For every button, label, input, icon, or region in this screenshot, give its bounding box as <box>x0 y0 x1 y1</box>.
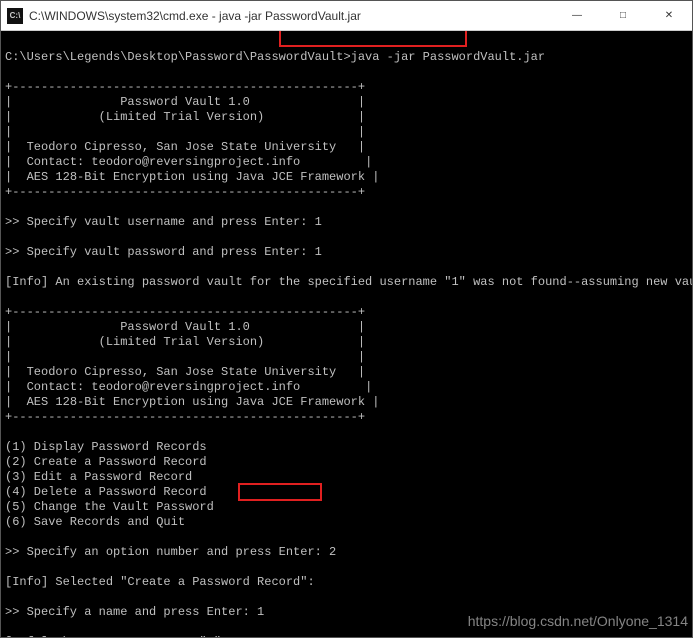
cmd-icon: C:\ <box>7 8 23 24</box>
terminal-output[interactable]: C:\Users\Legends\Desktop\Password\Passwo… <box>1 31 692 637</box>
banner-contact: Contact: teodoro@reversingproject.info <box>27 380 301 394</box>
highlight-command <box>279 31 467 47</box>
window-controls: — □ ✕ <box>554 1 692 31</box>
prompt-line: C:\Users\Legends\Desktop\Password\Passwo… <box>5 50 545 64</box>
banner-author: Teodoro Cipresso, San Jose State Univers… <box>27 140 337 154</box>
menu-item: (4) Delete a Password Record <box>5 485 207 499</box>
output-line: [Info] Selected "Create a Password Recor… <box>5 575 315 589</box>
menu-item: (1) Display Password Records <box>5 440 207 454</box>
banner-subtitle: (Limited Trial Version) <box>99 110 265 124</box>
titlebar[interactable]: C:\ C:\WINDOWS\system32\cmd.exe - java -… <box>1 1 692 31</box>
menu-item: (3) Edit a Password Record <box>5 470 192 484</box>
highlight-option <box>238 483 322 501</box>
banner-subtitle: (Limited Trial Version) <box>99 335 265 349</box>
output-line: >> Specify vault password and press Ente… <box>5 245 322 259</box>
maximize-button[interactable]: □ <box>600 1 646 31</box>
border-line: +---------------------------------------… <box>5 80 365 94</box>
window-title: C:\WINDOWS\system32\cmd.exe - java -jar … <box>29 9 361 23</box>
menu-item: (6) Save Records and Quit <box>5 515 185 529</box>
prompt-path: C:\Users\Legends\Desktop\Password\Passwo… <box>5 50 351 64</box>
banner-encryption: AES 128-Bit Encryption using Java JCE Fr… <box>27 395 365 409</box>
watermark-text: https://blog.csdn.net/Onlyone_1314 <box>468 614 688 629</box>
banner-contact: Contact: teodoro@reversingproject.info <box>27 155 301 169</box>
border-line: +---------------------------------------… <box>5 185 365 199</box>
output-line: >> Specify an option number and press En… <box>5 545 336 559</box>
banner-title: Password Vault 1.0 <box>120 320 250 334</box>
close-button[interactable]: ✕ <box>646 1 692 31</box>
titlebar-left: C:\ C:\WINDOWS\system32\cmd.exe - java -… <box>7 8 361 24</box>
output-line: >> Specify a name and press Enter: 1 <box>5 605 264 619</box>
border-line: +---------------------------------------… <box>5 305 365 319</box>
banner-encryption: AES 128-Bit Encryption using Java JCE Fr… <box>27 170 365 184</box>
output-line: [Info] The name was set to "1". <box>5 635 228 637</box>
command-text: java -jar PasswordVault.jar <box>351 50 545 64</box>
cmd-window: C:\ C:\WINDOWS\system32\cmd.exe - java -… <box>0 0 693 638</box>
menu-item: (2) Create a Password Record <box>5 455 207 469</box>
output-line: >> Specify vault username and press Ente… <box>5 215 322 229</box>
banner-author: Teodoro Cipresso, San Jose State Univers… <box>27 365 337 379</box>
border-line: +---------------------------------------… <box>5 410 365 424</box>
minimize-button[interactable]: — <box>554 1 600 31</box>
banner-title: Password Vault 1.0 <box>120 95 250 109</box>
menu-item: (5) Change the Vault Password <box>5 500 214 514</box>
output-line: [Info] An existing password vault for th… <box>5 275 692 289</box>
